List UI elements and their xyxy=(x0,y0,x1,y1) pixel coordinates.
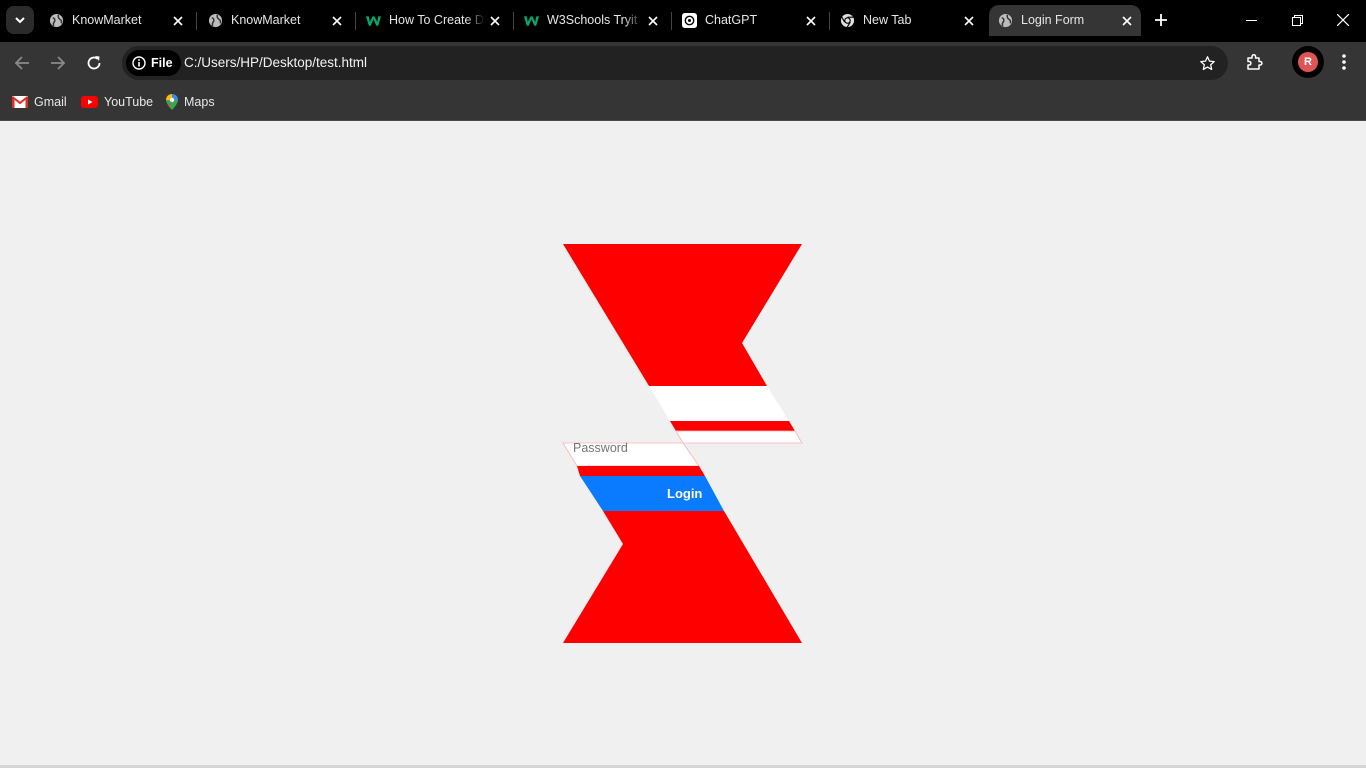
tab-login-form[interactable]: Login Form xyxy=(989,5,1141,36)
new-tab-button[interactable] xyxy=(1148,7,1174,33)
extensions-button[interactable] xyxy=(1242,49,1268,75)
top-red-stripe xyxy=(670,421,795,431)
url-text[interactable]: C:/Users/HP/Desktop/test.html xyxy=(184,55,367,71)
bottom-red-shape xyxy=(563,511,802,643)
bookmark-label: Maps xyxy=(184,95,215,109)
username-field[interactable] xyxy=(649,386,789,421)
tab-w3schools-tryit[interactable]: W3Schools Tryit xyxy=(515,5,667,36)
w3schools-icon xyxy=(366,13,381,28)
bottom-red-stripe xyxy=(577,466,705,476)
close-icon xyxy=(1337,14,1349,26)
tab-how-to-create[interactable]: How To Create D xyxy=(357,5,509,36)
top-red-shape xyxy=(563,244,802,386)
password-placeholder[interactable]: Password xyxy=(573,441,628,456)
tab-knowmarket-2[interactable]: KnowMarket xyxy=(199,5,351,36)
tab-new-tab[interactable]: New Tab xyxy=(831,5,983,36)
tab-title: KnowMarket xyxy=(72,13,142,27)
tab-title: New Tab xyxy=(863,13,912,27)
tab-chatgpt[interactable]: ChatGPT xyxy=(673,5,825,36)
more-vertical-icon xyxy=(1342,54,1346,70)
close-icon[interactable] xyxy=(803,13,819,29)
tab-title: W3Schools Tryit xyxy=(547,13,638,27)
tab-title: KnowMarket xyxy=(231,13,301,27)
restore-button[interactable] xyxy=(1274,0,1320,40)
bookmark-maps[interactable]: Maps xyxy=(166,91,215,113)
close-icon[interactable] xyxy=(487,13,503,29)
bookmark-label: YouTube xyxy=(104,95,154,109)
bookmark-youtube[interactable]: YouTube xyxy=(81,91,153,113)
tab-title: ChatGPT xyxy=(705,13,758,27)
info-icon xyxy=(132,56,146,70)
tab-strip: KnowMarket KnowMarket How To Create D W3… xyxy=(0,0,1366,42)
tab-title: How To Create D xyxy=(389,13,484,27)
top-white-strip xyxy=(675,430,803,444)
tab-separator xyxy=(671,12,672,30)
minimize-button[interactable] xyxy=(1228,0,1274,40)
close-icon[interactable] xyxy=(961,13,977,29)
star-icon xyxy=(1199,55,1215,70)
chrome-icon xyxy=(840,13,855,28)
login-button[interactable] xyxy=(580,476,724,511)
close-icon[interactable] xyxy=(170,13,186,29)
forward-button[interactable] xyxy=(44,49,72,77)
w3schools-icon xyxy=(524,13,539,28)
minimize-icon xyxy=(1245,19,1257,21)
puzzle-icon xyxy=(1247,53,1263,70)
arrow-left-icon xyxy=(14,56,29,70)
tab-separator xyxy=(196,12,197,30)
login-button-label[interactable]: Login xyxy=(667,486,702,501)
restore-icon xyxy=(1291,14,1303,26)
close-window-button[interactable] xyxy=(1320,0,1366,40)
globe-icon xyxy=(208,13,223,28)
tab-separator xyxy=(355,12,356,30)
back-button[interactable] xyxy=(8,49,36,77)
chatgpt-icon xyxy=(682,13,697,28)
site-info-chip[interactable]: File xyxy=(126,50,181,76)
close-icon[interactable] xyxy=(1119,13,1135,29)
tab-knowmarket-1[interactable]: KnowMarket xyxy=(40,5,192,36)
site-info-label: File xyxy=(151,56,173,70)
address-bar[interactable]: File C:/Users/HP/Desktop/test.html xyxy=(122,46,1228,80)
page-content: Password Login xyxy=(0,121,1366,768)
plus-icon xyxy=(1155,14,1167,26)
arrow-right-icon xyxy=(51,56,66,70)
bookmark-label: Gmail xyxy=(34,95,67,109)
chevron-down-icon xyxy=(15,17,25,24)
close-icon[interactable] xyxy=(645,13,661,29)
tab-separator xyxy=(829,12,830,30)
browser-toolbar: File C:/Users/HP/Desktop/test.html xyxy=(0,42,1366,84)
login-form-artwork xyxy=(562,244,803,643)
youtube-icon xyxy=(81,96,98,108)
browser-menu-button[interactable] xyxy=(1334,50,1354,74)
close-icon[interactable] xyxy=(329,13,345,29)
tab-separator xyxy=(513,12,514,30)
reload-button[interactable] xyxy=(80,49,108,77)
gmail-icon xyxy=(12,96,28,108)
avatar: R xyxy=(1298,52,1318,72)
maps-icon xyxy=(166,94,178,110)
tab-title: Login Form xyxy=(1021,13,1085,27)
bookmark-star-button[interactable] xyxy=(1198,54,1216,72)
bookmarks-bar: Gmail YouTube Maps xyxy=(0,84,1366,121)
profile-button[interactable]: R xyxy=(1292,46,1324,78)
globe-icon xyxy=(49,13,64,28)
globe-icon xyxy=(998,13,1013,28)
reload-icon xyxy=(87,56,101,70)
bookmark-gmail[interactable]: Gmail xyxy=(12,91,67,113)
tab-search-button[interactable] xyxy=(6,6,34,34)
